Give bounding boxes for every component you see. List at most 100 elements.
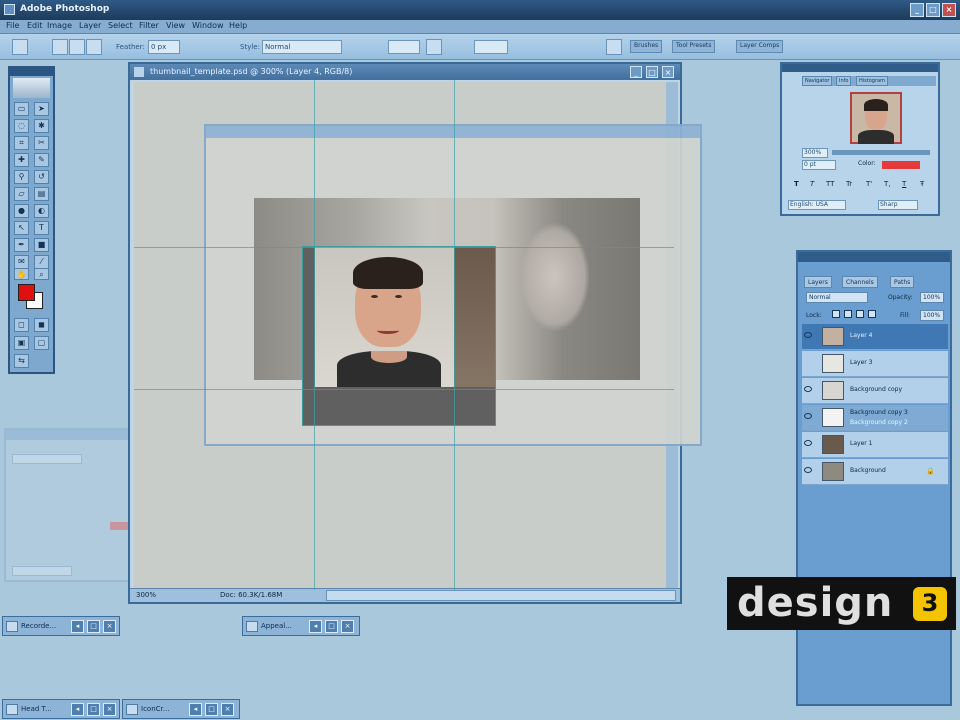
eyedropper-tool-icon[interactable]: ⁄ (34, 255, 49, 269)
antialias-select[interactable]: Sharp (878, 200, 918, 210)
slice-tool-icon[interactable]: ✂ (34, 136, 49, 150)
minimize-button[interactable]: _ (910, 3, 924, 17)
palette-maximize-button[interactable]: □ (325, 620, 338, 633)
visibility-eye-icon[interactable] (804, 386, 812, 392)
style-select[interactable]: Normal (262, 40, 342, 54)
tab-info[interactable]: Info (836, 76, 852, 86)
lock-position-icon[interactable] (856, 310, 864, 318)
type-tool-icon[interactable]: T (34, 221, 49, 235)
palette-restore-button[interactable]: ◂ (71, 703, 84, 716)
palette-close-button[interactable]: × (103, 703, 116, 716)
fill-field[interactable]: 100% (920, 310, 944, 321)
visibility-eye-icon[interactable] (804, 332, 812, 338)
palette-close-button[interactable]: × (341, 620, 354, 633)
menu-file[interactable]: File (6, 21, 19, 30)
layer-row-background-copy-3[interactable]: Background copy 3 Background copy 2 (802, 405, 948, 431)
strikethrough-button[interactable]: Ŧ (920, 180, 924, 188)
shape-tool-icon[interactable]: ■ (34, 238, 49, 252)
guide-vertical-1[interactable] (314, 80, 315, 590)
hand-tool-icon[interactable]: ✋ (14, 268, 29, 280)
minimized-palette-recorder[interactable]: Recorde... ◂ □ × (2, 616, 120, 636)
height-input[interactable] (474, 40, 508, 54)
quick-mask-mode-icon[interactable]: ◼ (34, 318, 49, 332)
palette-close-button[interactable]: × (103, 620, 116, 633)
subtract-selection-button[interactable] (86, 39, 102, 55)
maximize-button[interactable]: □ (926, 3, 940, 17)
tab-paths[interactable]: Paths (890, 276, 915, 288)
guide-vertical-2[interactable] (454, 80, 455, 590)
menu-view[interactable]: View (166, 21, 185, 30)
menu-image[interactable]: Image (47, 21, 72, 30)
move-tool-icon[interactable]: ➤ (34, 102, 49, 116)
lasso-tool-icon[interactable]: ◌ (14, 119, 29, 133)
palette-maximize-button[interactable]: □ (87, 620, 100, 633)
tab-tool-presets[interactable]: Tool Presets (672, 40, 716, 53)
palette-maximize-button[interactable]: □ (87, 703, 100, 716)
palette-close-button[interactable]: × (221, 703, 234, 716)
tab-channels[interactable]: Channels (842, 276, 878, 288)
screen-mode-standard-icon[interactable]: ▣ (14, 336, 29, 350)
layers-panel-titlebar[interactable] (798, 252, 950, 262)
layer-row-layer-1[interactable]: Layer 1 (802, 432, 948, 458)
layer-row-layer-4[interactable]: Layer 4 (802, 324, 948, 350)
foreground-color-swatch[interactable] (18, 284, 35, 301)
lock-image-icon[interactable] (844, 310, 852, 318)
adobe-feather-logo[interactable] (13, 78, 50, 98)
doc-maximize-button[interactable]: □ (646, 66, 658, 78)
zoom-tool-icon[interactable]: ⌕ (34, 268, 49, 280)
history-brush-tool-icon[interactable]: ↺ (34, 170, 49, 184)
faux-italic-button[interactable]: T (810, 180, 814, 188)
navigator-zoom-slider[interactable] (832, 150, 930, 155)
font-size-field[interactable]: 0 pt (802, 160, 836, 170)
menu-layer[interactable]: Layer (79, 21, 101, 30)
close-button[interactable]: × (942, 3, 956, 17)
secondary-document-title-bar[interactable] (206, 126, 700, 138)
subscript-button[interactable]: T, (884, 180, 891, 188)
lock-transparent-icon[interactable] (832, 310, 840, 318)
doc-minimize-button[interactable]: _ (630, 66, 642, 78)
visibility-eye-icon[interactable] (804, 440, 812, 446)
navigator-panel-titlebar[interactable] (782, 64, 938, 72)
toolbox-grip[interactable] (10, 68, 53, 76)
visibility-eye-icon[interactable] (804, 413, 812, 419)
pen-tool-icon[interactable]: ✒ (14, 238, 29, 252)
brush-tool-icon[interactable]: ✎ (34, 153, 49, 167)
dodge-tool-icon[interactable]: ◐ (34, 204, 49, 218)
path-selection-tool-icon[interactable]: ↖ (14, 221, 29, 235)
menu-select[interactable]: Select (108, 21, 133, 30)
new-selection-button[interactable] (52, 39, 68, 55)
small-caps-button[interactable]: Tr (846, 180, 852, 188)
guide-horizontal-1[interactable] (134, 247, 674, 248)
marquee-preset-button[interactable] (12, 39, 28, 55)
palette-maximize-button[interactable]: □ (205, 703, 218, 716)
tab-layer-comps[interactable]: Layer Comps (736, 40, 784, 53)
superscript-button[interactable]: T' (866, 180, 872, 188)
menu-edit[interactable]: Edit (27, 21, 43, 30)
jump-to-imageready-icon[interactable]: ⇆ (14, 354, 29, 368)
healing-brush-tool-icon[interactable]: ✚ (14, 153, 29, 167)
palette-well-icon[interactable] (606, 39, 622, 55)
feather-input[interactable]: 0 px (148, 40, 180, 54)
notes-tool-icon[interactable]: ✉ (14, 255, 29, 269)
menu-filter[interactable]: Filter (139, 21, 159, 30)
palette-restore-button[interactable]: ◂ (189, 703, 202, 716)
selected-layer-photo[interactable] (302, 246, 496, 426)
tab-histogram[interactable]: Histogram (856, 76, 888, 86)
add-selection-button[interactable] (69, 39, 85, 55)
blend-mode-select[interactable]: Normal (806, 292, 868, 303)
navigator-thumbnail[interactable] (850, 92, 902, 144)
guide-horizontal-2[interactable] (134, 389, 674, 390)
crop-tool-icon[interactable]: ⌗ (14, 136, 29, 150)
underline-button[interactable]: T (902, 180, 906, 188)
layer-row-background-copy[interactable]: Background copy (802, 378, 948, 404)
minimized-palette-iconcr[interactable]: IconCr... ◂ □ × (122, 699, 240, 719)
menu-help[interactable]: Help (229, 21, 247, 30)
minimized-palette-appeal[interactable]: Appeal... ◂ □ × (242, 616, 360, 636)
magic-wand-tool-icon[interactable]: ✱ (34, 119, 49, 133)
palette-restore-button[interactable]: ◂ (71, 620, 84, 633)
eraser-tool-icon[interactable]: ▱ (14, 187, 29, 201)
marquee-tool-icon[interactable]: ▭ (14, 102, 29, 116)
swap-dimensions-icon[interactable] (426, 39, 442, 55)
text-color-swatch[interactable] (882, 161, 920, 169)
all-caps-button[interactable]: TT (826, 180, 834, 188)
